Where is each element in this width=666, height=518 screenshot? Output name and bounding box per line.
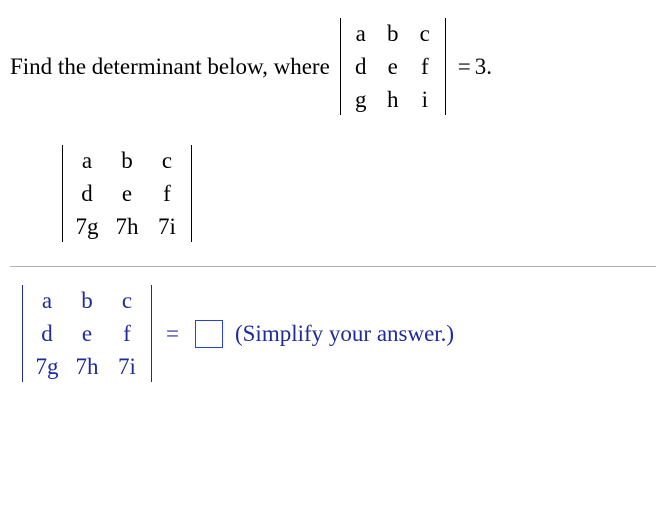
cell: h bbox=[381, 88, 405, 111]
target-determinant: a b c d e f 7g 7h 7i bbox=[56, 145, 198, 242]
cell: a bbox=[31, 289, 63, 312]
matrix-bar-right bbox=[445, 18, 446, 115]
equals-sign: = bbox=[458, 54, 471, 80]
matrix-bar-right bbox=[151, 285, 152, 382]
answer-line: a b c d e f 7g 7h 7i = (Simplify your an… bbox=[16, 285, 656, 382]
cell: 7g bbox=[31, 355, 63, 378]
cell: e bbox=[71, 322, 103, 345]
cell: f bbox=[111, 322, 143, 345]
cell: 7i bbox=[151, 215, 183, 238]
matrix-grid: a b c d e f 7g 7h 7i bbox=[29, 285, 145, 382]
cell: f bbox=[151, 182, 183, 205]
matrix-bar-right bbox=[191, 145, 192, 242]
given-determinant: a b c d e f g h i bbox=[334, 18, 452, 115]
target-determinant-display: a b c d e f 7g 7h 7i bbox=[56, 145, 656, 248]
cell: 7h bbox=[111, 215, 143, 238]
matrix-grid: a b c d e f 7g 7h 7i bbox=[69, 145, 185, 242]
period: . bbox=[486, 54, 492, 80]
matrix-grid: a b c d e f g h i bbox=[347, 18, 439, 115]
equals-sign: = bbox=[166, 321, 179, 347]
matrix-bar-left bbox=[22, 285, 23, 382]
cell: b bbox=[111, 149, 143, 172]
cell: d bbox=[71, 182, 103, 205]
problem-statement: Find the determinant below, where a b c … bbox=[10, 18, 656, 115]
cell: 7g bbox=[71, 215, 103, 238]
cell: c bbox=[151, 149, 183, 172]
matrix-bar-left bbox=[340, 18, 341, 115]
cell: a bbox=[71, 149, 103, 172]
prompt-text: Find the determinant below, where bbox=[10, 54, 330, 80]
cell: a bbox=[349, 22, 373, 45]
cell: e bbox=[111, 182, 143, 205]
cell: e bbox=[381, 55, 405, 78]
cell: c bbox=[111, 289, 143, 312]
matrix-bar-left bbox=[62, 145, 63, 242]
cell: g bbox=[349, 88, 373, 111]
cell: d bbox=[349, 55, 373, 78]
cell: d bbox=[31, 322, 63, 345]
cell: i bbox=[413, 88, 437, 111]
cell: b bbox=[381, 22, 405, 45]
cell: b bbox=[71, 289, 103, 312]
hint-text: (Simplify your answer.) bbox=[235, 321, 454, 347]
equals-value: = 3 . bbox=[458, 54, 492, 80]
divider bbox=[10, 266, 656, 267]
answer-determinant: a b c d e f 7g 7h 7i bbox=[16, 285, 158, 382]
cell: 7h bbox=[71, 355, 103, 378]
cell: c bbox=[413, 22, 437, 45]
given-value: 3 bbox=[475, 54, 487, 80]
answer-input[interactable] bbox=[195, 320, 223, 348]
cell: f bbox=[413, 55, 437, 78]
cell: 7i bbox=[111, 355, 143, 378]
